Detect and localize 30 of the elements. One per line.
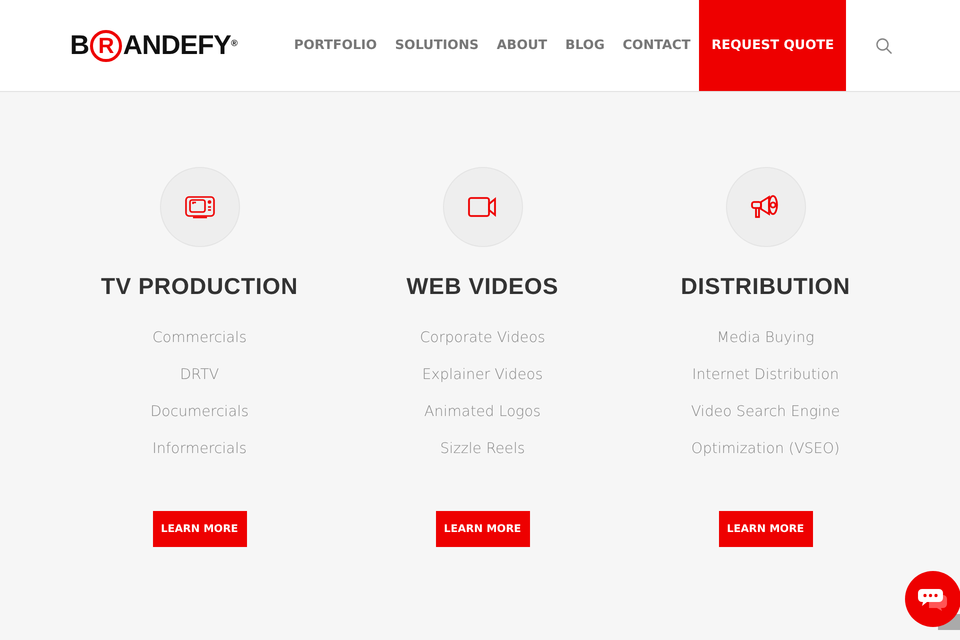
nav-link[interactable]: PORTFOLIO [284, 0, 386, 91]
service-item: Commercials [152, 329, 247, 348]
service-title: TV PRODUCTION [101, 273, 298, 300]
service-title: WEB VIDEOS [406, 273, 558, 300]
chat-button[interactable] [905, 571, 960, 627]
learn-more-button[interactable]: LEARN MORE [718, 511, 812, 547]
brand-logo[interactable]: B R ANDEFY® [70, 30, 238, 62]
video-camera-icon [468, 196, 498, 218]
service-item: Media Buying [716, 329, 814, 348]
service-title: DISTRIBUTION [680, 273, 850, 300]
nav-link[interactable]: CONTACT [614, 0, 700, 91]
service-item: Informercials [152, 440, 247, 459]
search-icon[interactable] [876, 38, 892, 54]
nav-link[interactable]: SOLUTIONS [386, 0, 488, 91]
service-item: Sizzle Reels [440, 440, 525, 459]
service-item: Explainer Videos [422, 366, 543, 385]
request-quote-button[interactable]: REQUEST QUOTE [699, 0, 846, 91]
service-item: Internet Distribution [692, 366, 839, 385]
nav-link[interactable]: ABOUT [488, 0, 556, 91]
learn-more-button[interactable]: LEARN MORE [152, 511, 246, 547]
nav-link[interactable]: BLOG [556, 0, 614, 91]
service-item: DRTV [180, 366, 219, 385]
tv-icon [184, 195, 214, 219]
service-item: Corporate Videos [420, 329, 546, 348]
service-item: Animated Logos [424, 403, 541, 422]
chat-bubble-icon [917, 587, 949, 611]
learn-more-button[interactable]: LEARN MORE [436, 511, 530, 547]
service-item: Video Search Engine [691, 403, 840, 422]
service-item: Documercials [150, 403, 249, 422]
service-item: Optimization (VSEO) [691, 440, 840, 459]
